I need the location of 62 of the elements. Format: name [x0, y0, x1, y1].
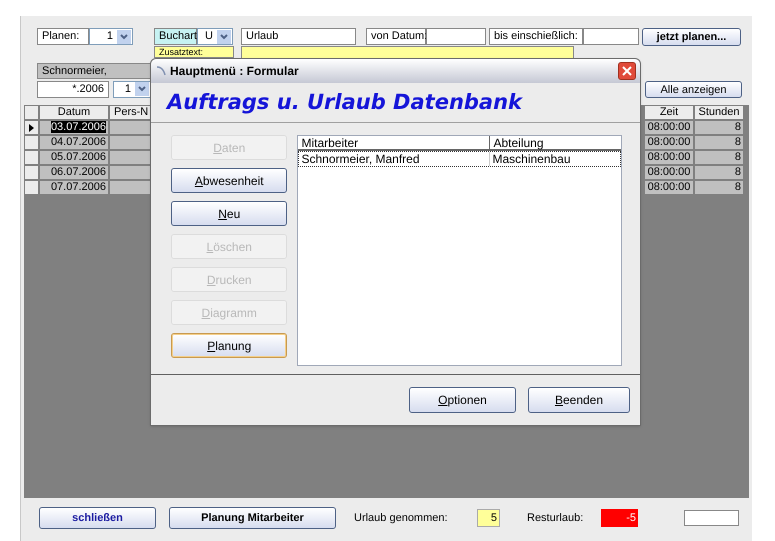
plan-employee-button[interactable]: Planung Mitarbeiter — [169, 507, 336, 529]
header-corner-cell — [24, 105, 39, 120]
table-cell: 08:00:00 — [644, 150, 694, 165]
list-cell[interactable]: Schnormeier, Manfred — [299, 152, 490, 166]
vacation-taken-field: 5 — [477, 509, 500, 527]
table-cell — [109, 120, 151, 135]
window-title: Hauptmenü : Formular — [170, 63, 300, 80]
table-cell: 8 — [694, 120, 744, 135]
date-field[interactable] — [583, 28, 639, 45]
app-heading: Auftrags u. Urlaub Datenbank — [167, 88, 522, 116]
table-cell — [109, 165, 151, 180]
row-selector[interactable] — [24, 120, 39, 135]
table-cell: 08:00:00 — [644, 120, 694, 135]
plan-now-button[interactable]: jetzt planen... — [642, 28, 741, 46]
menu-button[interactable]: Neu — [171, 201, 288, 226]
dropdown[interactable]: U — [197, 28, 233, 45]
column-header: Datum — [39, 105, 109, 120]
column-header: Stunden — [694, 105, 744, 120]
menu-button[interactable]: Abwesenheit — [171, 168, 288, 193]
close-icon[interactable] — [618, 62, 636, 80]
column-header: Zeit — [644, 105, 694, 120]
table-cell — [109, 135, 151, 150]
field-label: Urlaub genommen: — [354, 510, 449, 526]
list-cell[interactable]: Maschinenbau — [490, 152, 620, 166]
table-cell — [109, 180, 151, 195]
dropdown[interactable]: 1 — [113, 80, 151, 98]
table-cell: 07.07.2006 — [39, 180, 109, 195]
current-row-icon — [29, 124, 34, 132]
table-cell: 8 — [694, 165, 744, 180]
table-cell: 06.07.2006 — [39, 165, 109, 180]
dialog-button[interactable]: Optionen — [409, 387, 516, 413]
field-label: von Datum: — [366, 28, 426, 45]
table-cell: 08:00:00 — [644, 165, 694, 180]
table-cell: 8 — [694, 135, 744, 150]
dialog-button[interactable]: Beenden — [528, 387, 630, 413]
column-header: Mitarbeiter — [298, 136, 490, 149]
show-all-button[interactable]: Alle anzeigen — [645, 80, 742, 98]
column-header: Abteilung — [492, 136, 545, 149]
dropdown[interactable]: 1 — [89, 28, 133, 45]
text-field[interactable]: Urlaub — [241, 28, 356, 45]
field-label: bis einschießlich: — [489, 28, 583, 45]
close-button[interactable]: schließen — [39, 507, 156, 529]
table-cell: 03.07.2006 — [39, 120, 109, 135]
remaining-vacation-field: -5 — [601, 509, 638, 527]
table-cell: 08:00:00 — [644, 135, 694, 150]
date-field[interactable] — [426, 28, 486, 45]
field-label: Buchart: — [154, 28, 197, 45]
app-icon — [155, 65, 167, 77]
table-cell: 05.07.2006 — [39, 150, 109, 165]
text-area[interactable] — [241, 46, 574, 59]
year-field[interactable]: *.2006 — [37, 80, 109, 98]
field-label: Zusatztext: — [154, 46, 234, 58]
text-field[interactable] — [684, 510, 739, 526]
field-label: Planen: — [37, 28, 89, 45]
table-cell — [109, 150, 151, 165]
table-cell: 8 — [694, 150, 744, 165]
field-label: Resturlaub: — [527, 510, 584, 526]
table-cell: 08:00:00 — [644, 180, 694, 195]
menu-button[interactable]: Planung — [171, 333, 288, 358]
table-cell: 04.07.2006 — [39, 135, 109, 150]
employee-field: Schnormeier, — [37, 63, 151, 79]
table-cell: 8 — [694, 180, 744, 195]
